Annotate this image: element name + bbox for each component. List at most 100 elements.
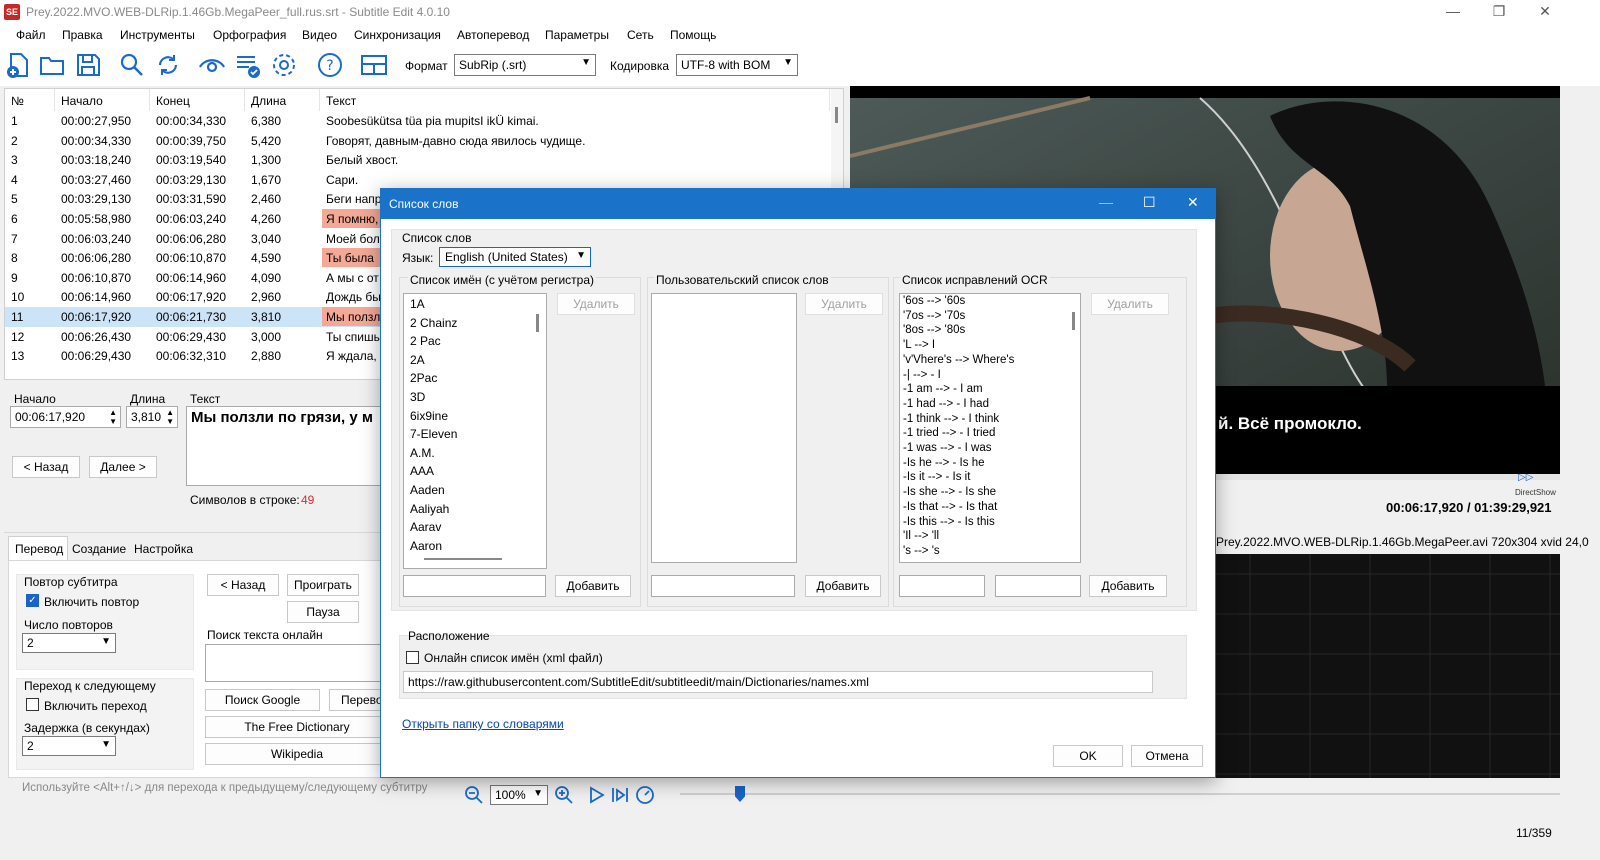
close-button[interactable]: ✕	[1522, 0, 1568, 24]
new-file-icon[interactable]	[4, 51, 32, 79]
spell-check-icon[interactable]	[234, 51, 262, 79]
list-item[interactable]: 2 Pac	[410, 334, 441, 348]
dialog-maximize-button[interactable]: ☐	[1143, 194, 1156, 211]
user-words-listbox[interactable]	[651, 293, 797, 563]
spinner-icon[interactable]: ▲ ▼	[166, 408, 174, 426]
zoom-in-icon[interactable]	[554, 785, 574, 805]
list-item[interactable]: -1 think --> - I think	[903, 413, 999, 425]
list-item[interactable]: -Is that --> - Is that	[903, 501, 997, 513]
open-folder-icon[interactable]	[38, 51, 66, 79]
list-item[interactable]: -1 am --> - I am	[903, 383, 983, 395]
zoom-select[interactable]: 100% ▼	[490, 785, 548, 805]
tab-adjust[interactable]: Настройка	[134, 542, 193, 556]
list-item[interactable]: -Is this --> - Is this	[903, 516, 995, 528]
menu-network[interactable]: Сеть	[627, 28, 654, 42]
list-item[interactable]: A.M.	[410, 446, 435, 460]
wikipedia-button[interactable]: Wikipedia	[205, 743, 389, 765]
repeat-count-select[interactable]: 2 ▼	[22, 633, 116, 653]
ocr-remove-button[interactable]: Удалить	[1091, 293, 1169, 315]
names-url-input[interactable]: https://raw.githubusercontent.com/Subtit…	[403, 671, 1153, 693]
list-item[interactable]: 'v'Vhere's --> Where's	[903, 354, 1014, 366]
menu-video[interactable]: Видео	[302, 28, 337, 42]
tab-translate[interactable]: Перевод	[8, 536, 68, 560]
online-search-input[interactable]	[205, 644, 385, 682]
names-listbox[interactable]: 1A 2 Chainz 2 Pac 2A 2Pac 3D 6ix9ine 7-Eleven A.…	[403, 293, 547, 569]
google-search-button[interactable]: Поиск Google	[205, 689, 320, 711]
list-item[interactable]: Aaliyah	[410, 502, 449, 516]
scrollbar-thumb[interactable]	[835, 107, 838, 123]
help-icon[interactable]: ?	[316, 51, 344, 79]
tab-create[interactable]: Создание	[72, 542, 126, 556]
list-item[interactable]: Aaron	[410, 539, 442, 553]
table-row[interactable]: 3 00:03:18,240 00:03:19,540 1,300 Белый хвос…	[5, 150, 831, 170]
list-item[interactable]: 'Il --> 'll	[903, 530, 939, 542]
menu-spellcheck[interactable]: Орфография	[213, 28, 286, 42]
zoom-out-icon[interactable]	[464, 785, 484, 805]
waveform-panel[interactable]	[1210, 554, 1560, 778]
column-header-duration[interactable]: Длина	[245, 89, 320, 111]
user-words-add-button[interactable]: Добавить	[805, 575, 881, 597]
visual-sync-icon[interactable]	[198, 51, 226, 79]
speed-icon[interactable]	[635, 785, 655, 805]
scrollbar-thumb[interactable]	[1072, 312, 1075, 330]
hscrollbar-thumb[interactable]	[424, 558, 502, 560]
subtitle-text-editor[interactable]: Мы ползли по грязи, у м	[186, 406, 386, 486]
list-item[interactable]: 6ix9ine	[410, 409, 448, 423]
ocr-to-input[interactable]	[995, 575, 1081, 597]
maximize-button[interactable]: ❐	[1476, 0, 1522, 24]
position-slider-thumb[interactable]	[735, 786, 745, 802]
names-add-input[interactable]	[403, 575, 546, 597]
free-dictionary-button[interactable]: The Free Dictionary	[205, 716, 389, 738]
column-header-start[interactable]: Начало	[55, 89, 150, 111]
list-item[interactable]: 7-Eleven	[410, 427, 457, 441]
save-icon[interactable]	[74, 51, 102, 79]
user-words-add-input[interactable]	[651, 575, 795, 597]
cancel-button[interactable]: Отмена	[1131, 745, 1203, 767]
list-item[interactable]: AAA	[410, 464, 434, 478]
fullscreen-icon[interactable]: ▷▷	[1518, 472, 1533, 483]
repeat-checkbox[interactable]: ✓	[26, 594, 39, 607]
user-words-remove-button[interactable]: Удалить	[805, 293, 883, 315]
list-item[interactable]: 2 Chainz	[410, 316, 457, 330]
list-item[interactable]: '7os --> '70s	[903, 310, 965, 322]
dialog-close-button[interactable]: ✕	[1187, 194, 1199, 211]
list-item[interactable]: 2A	[410, 353, 425, 367]
column-header-text[interactable]: Текст	[320, 89, 830, 111]
start-time-field[interactable]: 00:06:17,920 ▲ ▼	[10, 406, 121, 428]
menu-sync[interactable]: Синхронизация	[354, 28, 441, 42]
spinner-icon[interactable]: ▲ ▼	[109, 408, 117, 426]
list-item[interactable]: 'L --> I	[903, 339, 935, 351]
list-item[interactable]: -1 had --> - I had	[903, 398, 989, 410]
menu-options[interactable]: Параметры	[545, 28, 609, 42]
find-icon[interactable]	[118, 51, 146, 79]
next-checkbox[interactable]	[26, 698, 39, 711]
list-item[interactable]: 1A	[410, 297, 425, 311]
list-item[interactable]: '6os --> '60s	[903, 295, 965, 307]
menu-help[interactable]: Помощь	[670, 28, 716, 42]
list-item[interactable]: -| --> - I	[903, 369, 941, 381]
play-button[interactable]: Проиграть	[287, 574, 359, 596]
encoding-select[interactable]: UTF-8 with BOM ▼	[676, 54, 798, 76]
list-item[interactable]: Aarav	[410, 520, 441, 534]
list-item[interactable]: 's --> 's	[903, 545, 940, 557]
layout-icon[interactable]	[360, 51, 388, 79]
ocr-listbox[interactable]: '6os --> '60s '7os --> '70s '8os --> '80s '…	[899, 293, 1081, 563]
pause-button[interactable]: Пауза	[287, 601, 359, 623]
replace-icon[interactable]	[154, 51, 182, 79]
play-selection-icon[interactable]	[610, 785, 630, 805]
settings-icon[interactable]	[270, 51, 298, 79]
ocr-add-button[interactable]: Добавить	[1089, 575, 1167, 597]
column-header-number[interactable]: №	[5, 89, 55, 111]
position-track[interactable]	[680, 793, 1560, 795]
list-item[interactable]: Aaden	[410, 483, 445, 497]
menu-file[interactable]: Файл	[16, 28, 46, 42]
ok-button[interactable]: OK	[1053, 745, 1123, 767]
open-dictionaries-folder-link[interactable]: Открыть папку со словарями	[402, 717, 564, 731]
column-header-end[interactable]: Конец	[150, 89, 245, 111]
list-item[interactable]: -Is it --> - Is it	[903, 471, 970, 483]
names-add-button[interactable]: Добавить	[555, 575, 631, 597]
list-item[interactable]: -1 was --> - I was	[903, 442, 992, 454]
prev-button[interactable]: < Назад	[12, 456, 80, 478]
play-icon[interactable]	[586, 785, 606, 805]
next-button[interactable]: Далее >	[89, 456, 157, 478]
